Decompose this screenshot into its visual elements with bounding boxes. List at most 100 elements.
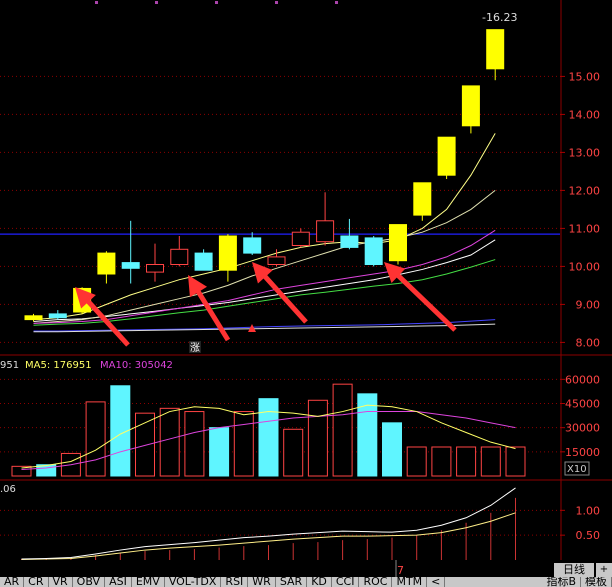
arrow-shaft bbox=[192, 283, 231, 342]
candle bbox=[170, 236, 189, 267]
annotation-arrow bbox=[75, 287, 130, 347]
candle bbox=[413, 182, 432, 221]
top-marker-dot bbox=[275, 1, 278, 4]
candle bbox=[121, 220, 140, 284]
candle bbox=[194, 249, 213, 271]
candle bbox=[437, 136, 456, 179]
volume-axis-label: 15000 bbox=[565, 446, 600, 459]
volume-legend-ma5: MA5: 176951 bbox=[25, 360, 92, 371]
volume-legend-prefix: 951 bbox=[0, 360, 19, 371]
stock-chart: 8.00 9.00 10.00 11.00 12.00 13.00 14.00 15.00 -1… bbox=[0, 0, 612, 577]
template-tab[interactable]: 模板 bbox=[581, 577, 612, 587]
indicator-axis-label: 0.50 bbox=[576, 529, 601, 542]
limit-up-label: 涨 bbox=[190, 342, 200, 354]
candle bbox=[364, 236, 383, 267]
price-axis-label: 10.00 bbox=[569, 260, 601, 273]
top-marker-dot bbox=[95, 1, 98, 4]
candle bbox=[389, 224, 407, 265]
top-marker-dot bbox=[155, 1, 158, 4]
price-axis-label: 11.00 bbox=[569, 222, 601, 235]
candle-body bbox=[146, 264, 164, 273]
volume-legend-ma10: MA10: 305042 bbox=[100, 360, 173, 371]
candle-body bbox=[437, 136, 456, 176]
indicator-tab-obv[interactable]: OBV bbox=[73, 577, 106, 587]
volume-bar bbox=[283, 428, 304, 477]
indicator-tab-wr[interactable]: WR bbox=[248, 577, 276, 587]
volume-unit-label: X10 bbox=[567, 464, 587, 475]
indicator-pane: .06 0.50 1.00 7 bbox=[0, 484, 600, 577]
candle bbox=[291, 228, 310, 248]
candle bbox=[486, 29, 505, 81]
volume-bar bbox=[382, 422, 402, 477]
volume-bar bbox=[85, 401, 106, 477]
volume-bar bbox=[159, 407, 180, 477]
candle-body bbox=[291, 231, 310, 246]
volume-bar bbox=[505, 446, 526, 477]
candle-body bbox=[97, 252, 116, 275]
volume-bar bbox=[233, 411, 254, 477]
candle-body bbox=[243, 237, 262, 254]
indicator-legend-prefix: .06 bbox=[0, 484, 16, 495]
period-daily-button[interactable]: 日线 bbox=[554, 563, 594, 577]
indicator-tab-[interactable]: < bbox=[427, 577, 446, 587]
candle bbox=[218, 234, 237, 282]
candle-body bbox=[486, 29, 505, 70]
price-axis-label: 12.00 bbox=[569, 184, 601, 197]
price-axis-label: 14.00 bbox=[569, 108, 601, 121]
volume-pane: 15000 30000 45000 60000 X10 951 MA5: 176951 MA1… bbox=[0, 360, 612, 481]
candle bbox=[243, 232, 262, 255]
volume-bar bbox=[332, 383, 353, 477]
candle bbox=[316, 192, 335, 246]
candle-body bbox=[461, 85, 480, 127]
indicator-tab-roc[interactable]: ROC bbox=[359, 577, 393, 587]
candle bbox=[461, 85, 480, 134]
add-icon[interactable]: + bbox=[596, 563, 612, 577]
volume-bar bbox=[209, 427, 230, 477]
candle-body bbox=[48, 313, 67, 319]
candle bbox=[97, 251, 116, 284]
volume-bar bbox=[431, 446, 452, 477]
candle-body bbox=[267, 256, 286, 265]
volume-bar bbox=[406, 446, 427, 477]
volume-axis-label: 60000 bbox=[565, 373, 600, 386]
price-axis-label: 13.00 bbox=[569, 146, 601, 159]
volume-bar bbox=[480, 446, 501, 477]
volume-bar bbox=[258, 398, 279, 477]
candle-body bbox=[121, 262, 140, 269]
indicator-tab-ar[interactable]: AR bbox=[0, 577, 25, 587]
limit-up-triangle bbox=[248, 324, 256, 332]
price-ma-line-6 bbox=[33, 323, 496, 333]
indicator-b-tab[interactable]: 指标B bbox=[542, 577, 581, 587]
date-marker-label: 7 bbox=[397, 564, 404, 577]
volume-bar bbox=[307, 399, 328, 477]
indicator-tab-bar: AR CR VR OBV ASI EMV VOL-TDX RSI WR SAR KD CCI ROC MT… bbox=[0, 577, 612, 587]
candle bbox=[24, 313, 43, 322]
indicator-tab-asi[interactable]: ASI bbox=[105, 577, 132, 587]
volume-axis-label: 45000 bbox=[565, 398, 600, 411]
price-axis-label: 8.00 bbox=[576, 336, 601, 349]
annotation-arrow bbox=[384, 262, 457, 332]
indicator-tab-kd[interactable]: KD bbox=[307, 577, 332, 587]
candle-body bbox=[218, 235, 237, 271]
price-axis-label: 9.00 bbox=[576, 298, 601, 311]
indicator-tab-sar[interactable]: SAR bbox=[276, 577, 308, 587]
indicator-tab-cr[interactable]: CR bbox=[24, 577, 49, 587]
volume-bar bbox=[184, 411, 205, 477]
candle bbox=[146, 243, 164, 282]
indicator-tab-cci[interactable]: CCI bbox=[332, 577, 360, 587]
top-marker-dot bbox=[335, 1, 338, 4]
candle bbox=[48, 310, 67, 320]
indicator-axis-label: 1.00 bbox=[576, 504, 601, 517]
indicator-tab-rsi[interactable]: RSI bbox=[221, 577, 249, 587]
candle-body bbox=[24, 315, 43, 321]
price-axis-label: 15.00 bbox=[569, 70, 601, 83]
last-price-label: -16.23 bbox=[482, 11, 517, 24]
candle-body bbox=[389, 224, 407, 262]
top-marker-dot bbox=[215, 1, 218, 4]
indicator-tab-vr[interactable]: VR bbox=[49, 577, 73, 587]
indicator-tab-mtm[interactable]: MTM bbox=[392, 577, 428, 587]
volume-bar bbox=[357, 393, 378, 477]
volume-axis-label: 30000 bbox=[565, 422, 600, 435]
indicator-tab-voltdx[interactable]: VOL-TDX bbox=[165, 577, 222, 587]
indicator-tab-emv[interactable]: EMV bbox=[132, 577, 165, 587]
